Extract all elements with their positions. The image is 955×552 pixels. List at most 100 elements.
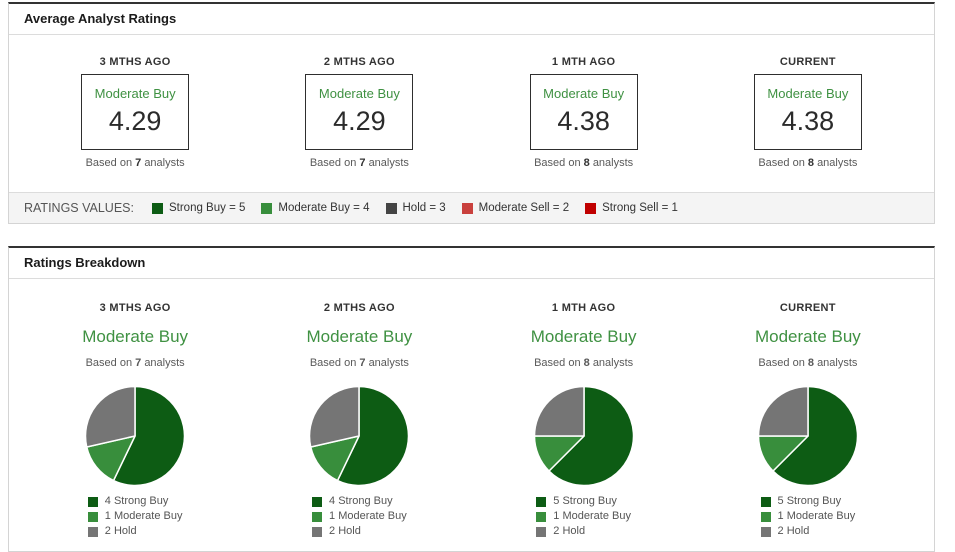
rating-value: 4.38 — [557, 106, 610, 136]
rating-value: 4.29 — [333, 106, 386, 136]
analysts-text: analysts — [368, 157, 409, 169]
rating-label: Moderate Buy — [543, 86, 625, 101]
pie-legend-item: 1 Moderate Buy — [87, 510, 183, 522]
pie-legend: 5 Strong Buy 1 Moderate Buy 2 Hold — [536, 496, 631, 537]
avg-column-current: CURRENT Moderate Buy 4.38 Based on 8 ana… — [696, 56, 920, 192]
page: Average Analyst Ratings 3 MTHS AGO Moder… — [0, 0, 955, 552]
rating-box: Moderate Buy 4.38 — [529, 74, 638, 150]
pie-legend: 4 Strong Buy 1 Moderate Buy 2 Hold — [87, 495, 183, 537]
breakdown-column-current: CURRENT Moderate Buy Based on 8 analysts… — [696, 302, 920, 541]
ratings-breakdown-panel: Ratings Breakdown 3 MTHS AGO Moderate Bu… — [8, 246, 935, 552]
legend-text: 2 Hold — [329, 525, 361, 537]
analyst-count-note: Based on 7 analysts — [23, 357, 247, 370]
moderate-buy-color-swatch — [261, 202, 273, 214]
pie-legend: 4 Strong Buy 1 Moderate Buy 2 Hold — [312, 496, 407, 537]
analyst-count-note: Based on 7 analysts — [247, 157, 471, 192]
based-on-text: Based on — [758, 157, 805, 169]
legend-text: 1 Moderate Buy — [777, 510, 856, 522]
panel-spacer — [8, 224, 955, 246]
avg-column-3mths: 3 MTHS AGO Moderate Buy 4.29 Based on 7 … — [23, 56, 247, 192]
rating-label: Moderate Buy — [530, 327, 637, 346]
legend-text: Strong Sell = 1 — [602, 202, 678, 214]
pie-legend-item: 4 Strong Buy — [87, 495, 183, 507]
period-label: CURRENT — [779, 302, 836, 314]
period-label: 1 MTH AGO — [551, 56, 616, 68]
ratings-pie-chart — [757, 385, 859, 487]
legend-text: Strong Buy = 5 — [168, 202, 246, 214]
analysts-text: analysts — [144, 357, 185, 369]
hold-color-swatch — [536, 526, 547, 537]
pie-legend-item: 5 Strong Buy — [536, 496, 631, 507]
rating-label: Moderate Buy — [754, 327, 861, 346]
analyst-count: 7 — [135, 357, 142, 369]
legend-text: Moderate Buy = 4 — [278, 202, 370, 214]
legend-item-moderate-sell: Moderate Sell = 2 — [461, 202, 569, 214]
rating-box: Moderate Buy 4.38 — [753, 74, 862, 150]
avg-column-1mth: 1 MTH AGO Moderate Buy 4.38 Based on 8 a… — [472, 56, 696, 192]
rating-label: Moderate Buy — [318, 86, 400, 101]
analyst-count-note: Based on 8 analysts — [472, 157, 696, 192]
analyst-count-note: Based on 8 analysts — [696, 157, 920, 192]
rating-label: Moderate Buy — [82, 327, 189, 346]
analyst-count-note: Based on 7 analysts — [247, 357, 471, 370]
moderate-buy-color-swatch — [760, 511, 771, 522]
analyst-count: 8 — [807, 357, 814, 369]
pie-legend: 5 Strong Buy 1 Moderate Buy 2 Hold — [760, 496, 856, 537]
panel-title: Average Analyst Ratings — [9, 4, 934, 35]
period-label: CURRENT — [779, 56, 836, 68]
period-label: 2 MTHS AGO — [323, 56, 395, 68]
moderate-buy-color-swatch — [312, 511, 323, 522]
legend-text: Hold = 3 — [402, 202, 446, 214]
ratings-pie-chart — [533, 385, 635, 487]
analysts-text: analysts — [817, 157, 858, 169]
analyst-count: 8 — [583, 157, 590, 169]
strong-sell-color-swatch — [585, 202, 597, 214]
period-label: 3 MTHS AGO — [99, 56, 171, 68]
based-on-text: Based on — [309, 157, 357, 169]
legend-text: 2 Hold — [777, 525, 810, 537]
analyst-count: 7 — [359, 357, 366, 369]
based-on-text: Based on — [309, 357, 357, 369]
legend-text: 4 Strong Buy — [329, 495, 393, 507]
rating-box: Moderate Buy 4.29 — [81, 74, 190, 150]
period-label: 1 MTH AGO — [551, 302, 616, 314]
legend-text: 5 Strong Buy — [553, 495, 617, 507]
average-ratings-columns: 3 MTHS AGO Moderate Buy 4.29 Based on 7 … — [9, 35, 934, 192]
strong-buy-color-swatch — [536, 496, 547, 507]
avg-column-2mths: 2 MTHS AGO Moderate Buy 4.29 Based on 7 … — [247, 56, 471, 192]
analysts-text: analysts — [817, 357, 858, 369]
rating-label: Moderate Buy — [306, 327, 413, 346]
analysts-text: analysts — [592, 157, 634, 169]
breakdown-column-3mths: 3 MTHS AGO Moderate Buy Based on 7 analy… — [23, 302, 247, 541]
pie-legend-item: 4 Strong Buy — [312, 496, 407, 507]
hold-color-swatch — [87, 526, 98, 537]
rating-box: Moderate Buy 4.29 — [305, 74, 414, 150]
pie-legend-item: 5 Strong Buy — [760, 496, 856, 507]
rating-label: Moderate Buy — [94, 86, 176, 101]
analysts-text: analysts — [592, 357, 634, 369]
ratings-pie-chart — [308, 385, 410, 487]
analysts-text: analysts — [368, 357, 409, 369]
pie-legend-item: 2 Hold — [87, 526, 183, 537]
strong-buy-color-swatch — [151, 202, 163, 214]
rating-value: 4.38 — [781, 106, 835, 136]
pie-legend-item: 2 Hold — [312, 526, 407, 537]
legend-text: 4 Strong Buy — [104, 495, 169, 507]
period-label: 3 MTHS AGO — [99, 302, 171, 314]
based-on-text: Based on — [85, 157, 133, 169]
based-on-text: Based on — [85, 357, 133, 369]
breakdown-columns: 3 MTHS AGO Moderate Buy Based on 7 analy… — [9, 279, 934, 551]
legend-item-moderate-buy: Moderate Buy = 4 — [261, 202, 370, 214]
legend-text: 2 Hold — [553, 525, 586, 537]
legend-text: 1 Moderate Buy — [104, 510, 183, 522]
pie-legend-item: 2 Hold — [760, 525, 856, 537]
ratings-values-legend: RATINGS VALUES: Strong Buy = 5 Moderate … — [9, 192, 934, 223]
ratings-pie-chart — [84, 385, 186, 487]
based-on-text: Based on — [758, 357, 805, 369]
legend-item-hold: Hold = 3 — [385, 202, 446, 214]
rating-value: 4.29 — [108, 106, 162, 136]
based-on-text: Based on — [534, 157, 581, 169]
based-on-text: Based on — [534, 357, 581, 369]
analyst-count-note: Based on 8 analysts — [696, 357, 920, 370]
breakdown-column-2mths: 2 MTHS AGO Moderate Buy Based on 7 analy… — [247, 302, 471, 541]
